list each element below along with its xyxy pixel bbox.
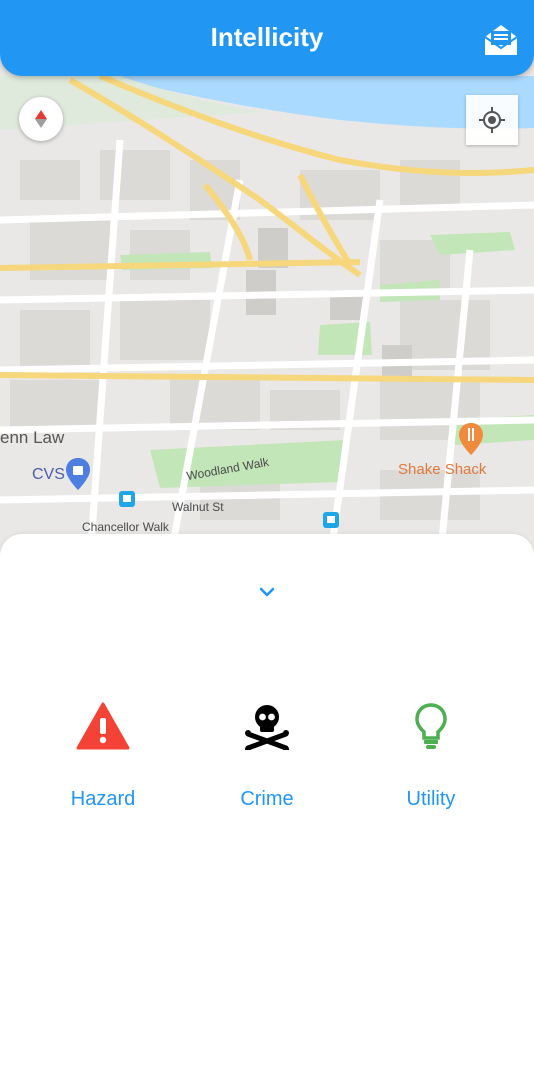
collapse-sheet-button[interactable]: [255, 582, 279, 602]
app-bar: Intellicity: [0, 0, 534, 76]
category-label: Crime: [240, 788, 294, 810]
restaurant-pin-icon[interactable]: [459, 423, 483, 455]
compass-icon: [35, 110, 47, 128]
category-hazard[interactable]: Hazard: [43, 694, 163, 814]
map-label-chancellor-walk: Chancellor Walk: [82, 520, 169, 534]
category-label: Hazard: [70, 788, 136, 810]
messages-button[interactable]: [482, 22, 520, 58]
mail-open-icon: [484, 25, 518, 55]
map-label-shake-shack: Shake Shack: [398, 461, 487, 478]
map-label-cvs: CVS: [32, 466, 65, 483]
category-label: Utility: [406, 788, 456, 810]
report-sheet: Hazard Crime Utility: [0, 534, 534, 1068]
category-utility[interactable]: Utility: [371, 694, 491, 814]
my-location-button[interactable]: [466, 95, 518, 145]
map-label-walnut-st: Walnut St: [172, 500, 224, 514]
lightbulb-icon: [415, 703, 447, 749]
category-crime[interactable]: Crime: [207, 694, 327, 814]
warning-icon: [76, 702, 130, 750]
transit-stop-icon[interactable]: [323, 512, 339, 528]
compass-button[interactable]: [19, 97, 63, 141]
transit-stop-icon[interactable]: [119, 491, 135, 507]
my-location-icon: [479, 107, 505, 133]
skull-crossbones-icon: [245, 705, 289, 750]
map-label-place: enn Law: [0, 428, 65, 447]
chevron-down-icon: [259, 587, 275, 597]
app-title: Intellicity: [210, 22, 324, 52]
map-view[interactable]: enn Law CVS Woodland Walk Walnut St Chan…: [0, 0, 534, 560]
shopping-pin-icon[interactable]: [66, 458, 90, 490]
